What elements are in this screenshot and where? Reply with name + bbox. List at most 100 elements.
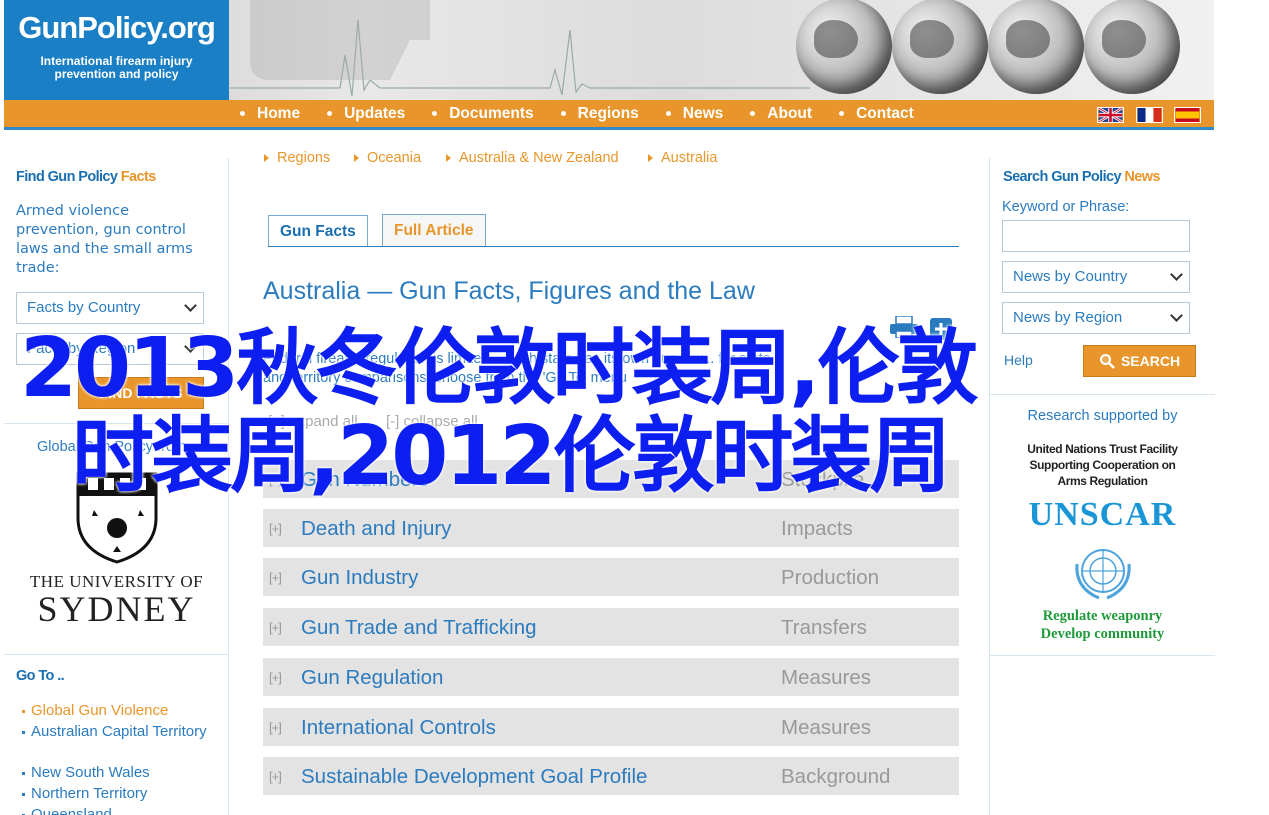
bullet-icon (665, 111, 671, 116)
bullet-icon (22, 792, 25, 796)
unscar-logo-text[interactable]: UNSCAR (990, 496, 1215, 534)
row-label: Death and Injury (301, 517, 452, 540)
nav-label: News (682, 104, 724, 122)
goto-label: Australian Capital Territory (31, 723, 207, 740)
nav-label: Regions (577, 104, 639, 122)
breadcrumb-australia-nz[interactable]: Australia & New Zealand (446, 150, 619, 166)
page-title: Australia — Gun Facts, Figures and the L… (263, 277, 755, 305)
facts-row-sdg-profile[interactable]: [+] Sustainable Development Goal Profile B… (263, 757, 959, 797)
nav-home[interactable]: Home (240, 105, 300, 123)
row-label: Gun Regulation (301, 666, 444, 689)
arrow-right-icon (264, 154, 269, 162)
tab-underline (268, 246, 959, 247)
university-wordmark: THE UNIVERSITY OF SYDNEY (4, 572, 229, 629)
facts-row-international-controls[interactable]: [+] International Controls Measures (263, 708, 959, 748)
crumb-label: Australia (661, 150, 718, 166)
goto-item[interactable]: Australian Capital Territory (22, 722, 222, 741)
expand-icon: [+] (269, 769, 282, 784)
find-facts-title: Find Gun Policy Facts (16, 169, 156, 185)
title-highlight: Facts (120, 169, 156, 185)
tagline-line2: Develop community (1040, 626, 1165, 642)
expand-icon: [+] (269, 720, 282, 735)
goto-item[interactable]: Global Gun Violence (22, 701, 168, 720)
row-label: International Controls (301, 716, 496, 739)
nav-label: About (767, 104, 813, 122)
row-category: Production (781, 566, 880, 589)
nav-documents[interactable]: Documents (432, 104, 534, 123)
select-value: Facts by Country (27, 299, 141, 316)
search-news-title: Search Gun Policy News (1003, 169, 1160, 185)
tab-gun-facts[interactable]: Gun Facts (268, 215, 368, 247)
chevron-down-icon (1170, 268, 1183, 281)
globe-image (1084, 0, 1180, 94)
breadcrumb-oceania[interactable]: Oceania (354, 150, 421, 166)
breadcrumb-regions[interactable]: Regions (264, 150, 330, 166)
nav-contact[interactable]: Contact (839, 105, 914, 123)
bullet-icon (327, 111, 333, 116)
expand-icon: [+] (269, 521, 282, 536)
keyword-input[interactable] (1002, 220, 1190, 252)
facts-row-death-injury[interactable]: [+] Death and Injury Impacts (263, 509, 959, 549)
search-button[interactable]: SEARCH (1083, 345, 1196, 377)
crumb-label: Oceania (367, 150, 422, 166)
nav-news[interactable]: News (665, 104, 724, 123)
crumb-label: Regions (277, 150, 331, 166)
tagline-line1: Regulate weaponry (1042, 608, 1163, 624)
facts-row-gun-industry[interactable]: [+] Gun Industry Production (263, 558, 959, 598)
row-category: Measures (781, 716, 872, 739)
bullet-icon (22, 730, 25, 734)
expand-icon: [+] (269, 570, 282, 585)
breadcrumb-australia[interactable]: Australia (648, 150, 717, 166)
row-category: Transfers (781, 616, 867, 639)
button-label: SEARCH (1120, 353, 1181, 369)
divider (990, 655, 1215, 656)
keyword-label: Keyword or Phrase: (1002, 199, 1130, 215)
unscar-tagline: Regulate weaponry Develop community (990, 607, 1215, 643)
spanish-flag-icon[interactable] (1174, 107, 1201, 123)
bullet-icon (839, 111, 845, 116)
french-flag-icon[interactable] (1136, 107, 1163, 123)
globe-image (892, 0, 988, 94)
nav-updates[interactable]: Updates (327, 105, 405, 123)
bullet-icon (240, 111, 245, 116)
find-facts-description: Armed violence prevention, gun control l… (16, 203, 193, 276)
page: GunPolicy.org International firearm inju… (0, 0, 1269, 815)
logo-tagline-line2: prevention and policy (54, 67, 179, 81)
nav-label: Documents (449, 104, 534, 122)
bullet-icon (432, 111, 438, 116)
globe-image (988, 0, 1084, 94)
row-category: Impacts (781, 517, 853, 540)
university-line2: SYDNEY (37, 589, 196, 629)
row-label: Gun Industry (301, 566, 419, 589)
goto-item[interactable]: Northern Territory (22, 784, 147, 803)
divider (4, 654, 229, 655)
arrow-right-icon (648, 154, 653, 162)
heartbeat-graphic (230, 0, 810, 97)
nav-about[interactable]: About (750, 105, 812, 123)
un-emblem-icon (1075, 549, 1131, 600)
search-icon (1099, 354, 1115, 369)
header-banner: GunPolicy.org International firearm inju… (4, 0, 1214, 100)
overlay-line1: 2013秋冬伦敦时装周,伦敦 (20, 321, 978, 416)
english-flag-icon[interactable] (1097, 107, 1124, 123)
goto-label: New South Wales (31, 764, 150, 781)
title-highlight: News (1124, 169, 1160, 185)
facts-row-gun-trade[interactable]: [+] Gun Trade and Trafficking Transfers (263, 608, 959, 648)
news-by-country-select[interactable]: News by Country (1002, 261, 1190, 293)
row-category: Measures (781, 666, 872, 689)
nav-label: Home (257, 104, 301, 122)
goto-item[interactable]: New South Wales (22, 763, 150, 782)
facts-row-gun-regulation[interactable]: [+] Gun Regulation Measures (263, 658, 959, 698)
select-value: News by Country (1013, 268, 1128, 285)
goto-item[interactable]: Queensland (22, 805, 112, 815)
logo-tagline: International firearm injury prevention … (4, 55, 229, 81)
title-part: Find Gun Policy (16, 169, 121, 185)
nav-regions[interactable]: Regions (560, 104, 639, 123)
facts-by-country-select[interactable]: Facts by Country (16, 292, 204, 324)
logo-title: GunPolicy.org (18, 10, 216, 45)
chevron-down-icon (1170, 309, 1183, 322)
select-value: News by Region (1013, 309, 1123, 326)
tab-full-article[interactable]: Full Article (382, 214, 486, 246)
globe-image (796, 0, 892, 94)
site-logo[interactable]: GunPolicy.org International firearm inju… (4, 0, 229, 100)
